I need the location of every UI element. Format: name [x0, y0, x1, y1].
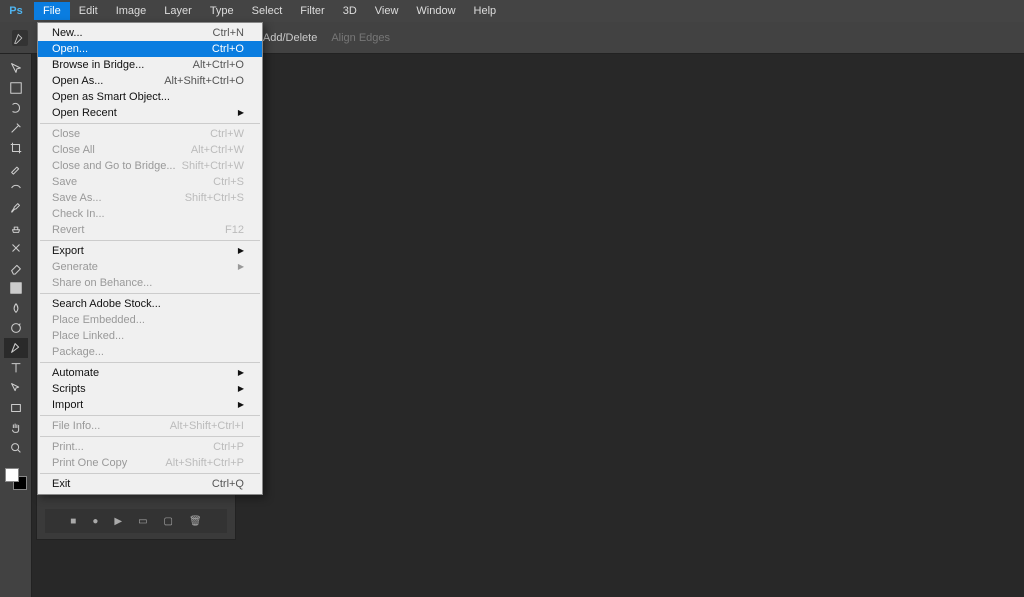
submenu-arrow-icon: ▶ — [238, 397, 244, 413]
path-selection-tool[interactable] — [4, 378, 28, 398]
menu-type[interactable]: Type — [201, 2, 243, 20]
file-menu-exit[interactable]: ExitCtrl+Q — [38, 476, 262, 492]
menubar: Ps FileEditImageLayerTypeSelectFilter3DV… — [0, 0, 1024, 22]
file-menu-generate: Generate▶ — [38, 259, 262, 275]
menu-separator — [40, 123, 260, 124]
pen-tool[interactable] — [4, 338, 28, 358]
eyedropper-tool[interactable] — [4, 158, 28, 178]
file-menu-share-on-behance: Share on Behance... — [38, 275, 262, 291]
history-brush-tool[interactable] — [4, 238, 28, 258]
zoom-tool[interactable] — [4, 438, 28, 458]
menu-select[interactable]: Select — [243, 2, 292, 20]
file-menu-open[interactable]: Open...Ctrl+O — [38, 41, 262, 57]
lasso-tool[interactable] — [4, 98, 28, 118]
file-menu-file-info: File Info...Alt+Shift+Ctrl+I — [38, 418, 262, 434]
menu-separator — [40, 415, 260, 416]
file-menu-open-as[interactable]: Open As...Alt+Shift+Ctrl+O — [38, 73, 262, 89]
rectangle-tool[interactable] — [4, 398, 28, 418]
healing-brush-tool[interactable] — [4, 178, 28, 198]
brush-tool[interactable] — [4, 198, 28, 218]
pen-tool-icon[interactable] — [12, 30, 28, 46]
menu-3d[interactable]: 3D — [334, 2, 366, 20]
dodge-tool[interactable] — [4, 318, 28, 338]
menu-layer[interactable]: Layer — [155, 2, 201, 20]
menu-window[interactable]: Window — [407, 2, 464, 20]
file-menu-open-as-smart-object[interactable]: Open as Smart Object... — [38, 89, 262, 105]
stop-icon[interactable]: ■ — [70, 516, 76, 527]
folder-icon[interactable]: ▭ — [138, 516, 147, 527]
submenu-arrow-icon: ▶ — [238, 105, 244, 121]
crop-tool[interactable] — [4, 138, 28, 158]
move-tool[interactable] — [4, 58, 28, 78]
clone-stamp-tool[interactable] — [4, 218, 28, 238]
trash-icon[interactable]: 🗑 — [189, 516, 202, 527]
file-menu-close: CloseCtrl+W — [38, 126, 262, 142]
blur-tool[interactable] — [4, 298, 28, 318]
file-menu-close-all: Close AllAlt+Ctrl+W — [38, 142, 262, 158]
menu-edit[interactable]: Edit — [70, 2, 107, 20]
file-menu-close-and-go-to-bridge: Close and Go to Bridge...Shift+Ctrl+W — [38, 158, 262, 174]
file-menu-package: Package... — [38, 344, 262, 360]
file-menu-new[interactable]: New...Ctrl+N — [38, 25, 262, 41]
menu-separator — [40, 362, 260, 363]
foreground-color-swatch[interactable] — [5, 468, 19, 482]
menu-help[interactable]: Help — [465, 2, 506, 20]
file-menu-place-embedded: Place Embedded... — [38, 312, 262, 328]
menu-view[interactable]: View — [366, 2, 408, 20]
menu-separator — [40, 473, 260, 474]
file-menu-search-adobe-stock[interactable]: Search Adobe Stock... — [38, 296, 262, 312]
record-icon[interactable]: ● — [92, 516, 98, 527]
menu-separator — [40, 240, 260, 241]
file-menu-save-as: Save As...Shift+Ctrl+S — [38, 190, 262, 206]
file-menu-save: SaveCtrl+S — [38, 174, 262, 190]
menu-file[interactable]: File — [34, 2, 70, 20]
submenu-arrow-icon: ▶ — [238, 365, 244, 381]
file-menu-revert: RevertF12 — [38, 222, 262, 238]
file-menu-import[interactable]: Import▶ — [38, 397, 262, 413]
toolbox — [0, 54, 32, 597]
file-menu-scripts[interactable]: Scripts▶ — [38, 381, 262, 397]
menu-image[interactable]: Image — [107, 2, 156, 20]
file-menu-place-linked: Place Linked... — [38, 328, 262, 344]
file-menu-print-one-copy: Print One CopyAlt+Shift+Ctrl+P — [38, 455, 262, 471]
file-menu-automate[interactable]: Automate▶ — [38, 365, 262, 381]
file-menu-export[interactable]: Export▶ — [38, 243, 262, 259]
menu-separator — [40, 293, 260, 294]
panel-footer: ■ ● ▶ ▭ ▢ 🗑 — [45, 509, 227, 533]
hand-tool[interactable] — [4, 418, 28, 438]
submenu-arrow-icon: ▶ — [238, 259, 244, 275]
type-tool[interactable] — [4, 358, 28, 378]
marquee-tool[interactable] — [4, 78, 28, 98]
new-icon[interactable]: ▢ — [164, 516, 173, 527]
file-menu-dropdown: New...Ctrl+NOpen...Ctrl+OBrowse in Bridg… — [37, 22, 263, 495]
submenu-arrow-icon: ▶ — [238, 243, 244, 259]
align-edges-label[interactable]: Align Edges — [331, 32, 390, 44]
submenu-arrow-icon: ▶ — [238, 381, 244, 397]
gradient-tool[interactable] — [4, 278, 28, 298]
play-icon[interactable]: ▶ — [114, 516, 122, 527]
eraser-tool[interactable] — [4, 258, 28, 278]
menu-separator — [40, 436, 260, 437]
magic-wand-tool[interactable] — [4, 118, 28, 138]
file-menu-open-recent[interactable]: Open Recent▶ — [38, 105, 262, 121]
color-swatches[interactable] — [5, 468, 27, 490]
file-menu-browse-in-bridge[interactable]: Browse in Bridge...Alt+Ctrl+O — [38, 57, 262, 73]
app-logo: Ps — [6, 1, 26, 21]
menu-filter[interactable]: Filter — [291, 2, 333, 20]
file-menu-check-in: Check In... — [38, 206, 262, 222]
file-menu-print: Print...Ctrl+P — [38, 439, 262, 455]
